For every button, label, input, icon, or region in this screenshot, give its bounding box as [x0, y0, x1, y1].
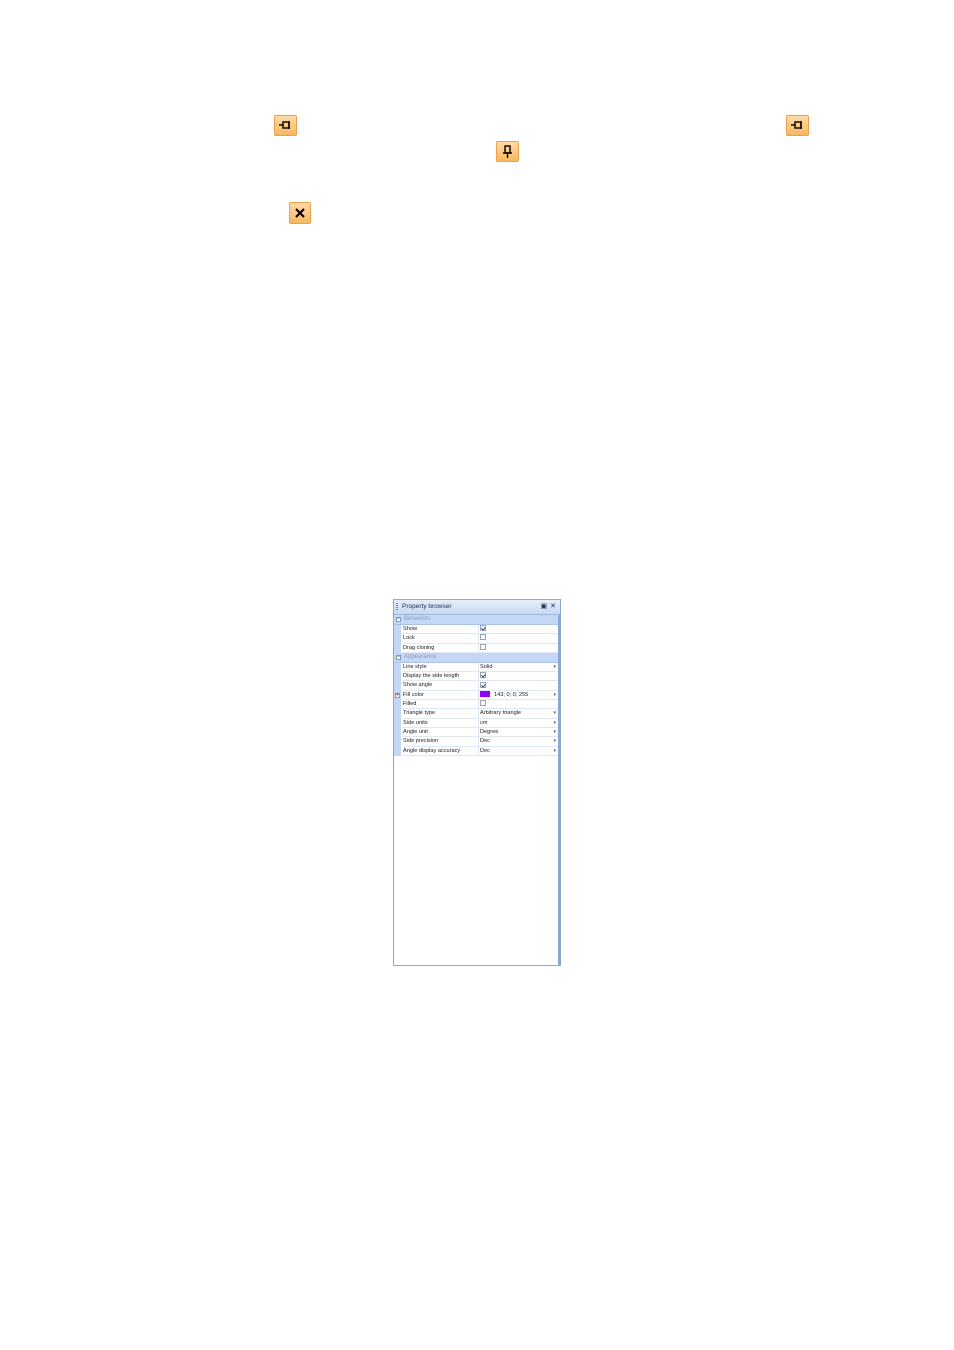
property-value-cell[interactable] — [478, 634, 558, 644]
category-label: Appearance — [404, 653, 437, 660]
row-gutter — [394, 727, 401, 738]
property-row[interactable]: Filled — [394, 700, 560, 710]
row-gutter — [394, 681, 401, 691]
property-value-cell[interactable] — [478, 681, 558, 691]
property-value: Solid — [480, 663, 493, 670]
property-name: Drag cloning — [403, 644, 477, 653]
property-row[interactable]: Triangle type Arbitrary triangle ▾ — [394, 709, 560, 719]
checkbox[interactable] — [480, 634, 486, 641]
property-name: Angle display accuracy — [403, 747, 477, 756]
collapse-icon[interactable]: − — [396, 654, 401, 660]
chevron-down-icon[interactable]: ▾ — [553, 691, 556, 700]
property-name: Line style — [403, 663, 477, 673]
property-name: Triangle type — [403, 709, 477, 719]
property-row[interactable]: Line style Solid ▾ — [394, 662, 560, 673]
row-gutter — [394, 709, 401, 719]
close-icon[interactable]: ✕ — [550, 603, 556, 610]
chevron-down-icon[interactable]: ▾ — [553, 737, 556, 746]
category-header[interactable]: − Appearance — [394, 652, 560, 663]
property-value: cm — [480, 719, 488, 726]
row-gutter — [394, 737, 401, 747]
property-name: Show angle — [403, 681, 477, 691]
property-name: Lock — [403, 634, 477, 644]
property-name: Show — [403, 625, 477, 635]
category-header[interactable]: − Behaviors — [394, 615, 560, 625]
row-gutter — [394, 643, 401, 653]
drag-grip-icon[interactable] — [396, 603, 398, 611]
checkbox[interactable] — [480, 681, 486, 688]
property-value-cell[interactable]: Dec ▾ — [478, 737, 558, 747]
color-swatch — [480, 690, 490, 697]
property-name: Display the side length — [403, 672, 477, 682]
property-row[interactable]: Show — [394, 625, 560, 635]
expand-icon[interactable]: + — [395, 692, 400, 698]
property-value: Dec — [480, 738, 490, 745]
row-gutter — [394, 672, 401, 682]
property-value-cell[interactable] — [478, 700, 558, 710]
property-row[interactable]: Side units cm ▾ — [394, 718, 560, 728]
property-value: 143; 0; 0; 255 — [494, 691, 529, 698]
property-row[interactable]: Display the side length — [394, 672, 560, 682]
category-label: Behaviors — [404, 616, 431, 622]
property-value-cell[interactable] — [478, 625, 558, 635]
pin-horizontal-icon[interactable] — [274, 115, 297, 136]
property-value-cell[interactable]: 143; 0; 0; 255 ▾ — [478, 690, 558, 701]
property-value-cell[interactable] — [478, 672, 558, 682]
property-value-cell[interactable]: cm ▾ — [478, 718, 558, 728]
collapse-icon[interactable]: − — [396, 617, 401, 622]
checkbox[interactable] — [480, 672, 486, 679]
property-value-cell[interactable]: Dec ▾ — [478, 746, 558, 756]
property-value-cell[interactable]: Degree ▾ — [478, 727, 558, 738]
property-name: Filled — [403, 700, 477, 710]
property-name: Side precision — [403, 737, 477, 747]
property-row[interactable]: + Fill color 143; 0; 0; 255 ▾ — [394, 690, 560, 701]
property-value-cell[interactable] — [478, 643, 558, 653]
property-row[interactable]: Angle display accuracy Dec ▾ — [394, 746, 560, 756]
close-icon[interactable] — [289, 202, 311, 224]
checkbox[interactable] — [480, 643, 486, 650]
checkbox[interactable] — [480, 700, 486, 707]
property-value-cell[interactable]: Solid ▾ — [478, 662, 558, 673]
property-browser-panel: Property browser ▣ ✕ − Behaviors Show Lock Dr… — [393, 599, 561, 966]
property-row[interactable]: Angle unit Degree ▾ — [394, 727, 560, 738]
property-grid: − Behaviors Show Lock Drag cloning − Appearanc… — [394, 615, 560, 756]
property-row[interactable]: Show angle — [394, 681, 560, 691]
pin-horizontal-icon[interactable] — [786, 115, 809, 136]
property-value: Degree — [480, 728, 499, 735]
row-gutter — [394, 662, 401, 673]
checkbox[interactable] — [480, 625, 486, 632]
row-gutter — [394, 634, 401, 644]
pin-vertical-icon[interactable] — [496, 141, 519, 162]
chevron-down-icon[interactable]: ▾ — [553, 728, 556, 737]
chevron-down-icon[interactable]: ▾ — [553, 747, 556, 756]
property-value: Dec — [480, 747, 490, 754]
chevron-down-icon[interactable]: ▾ — [553, 719, 556, 728]
property-value-cell[interactable]: Arbitrary triangle ▾ — [478, 709, 558, 719]
row-gutter — [394, 700, 401, 710]
scrollbar[interactable] — [558, 615, 560, 965]
property-row[interactable]: Lock — [394, 634, 560, 644]
property-name: Angle unit — [403, 728, 477, 738]
chevron-down-icon[interactable]: ▾ — [553, 663, 556, 672]
property-name: Fill color — [403, 691, 477, 701]
row-gutter — [394, 746, 401, 756]
row-gutter — [394, 718, 401, 728]
property-value: Arbitrary triangle — [480, 710, 522, 717]
property-row[interactable]: Side precision Dec ▾ — [394, 737, 560, 747]
panel-title: Property browser — [402, 603, 452, 610]
property-row[interactable]: Drag cloning — [394, 643, 560, 653]
property-name: Side units — [403, 719, 477, 728]
panel-titlebar[interactable]: Property browser ▣ ✕ — [394, 600, 560, 615]
chevron-down-icon[interactable]: ▾ — [553, 709, 556, 718]
row-gutter — [394, 625, 401, 635]
pin-icon[interactable]: ▣ — [541, 603, 548, 610]
